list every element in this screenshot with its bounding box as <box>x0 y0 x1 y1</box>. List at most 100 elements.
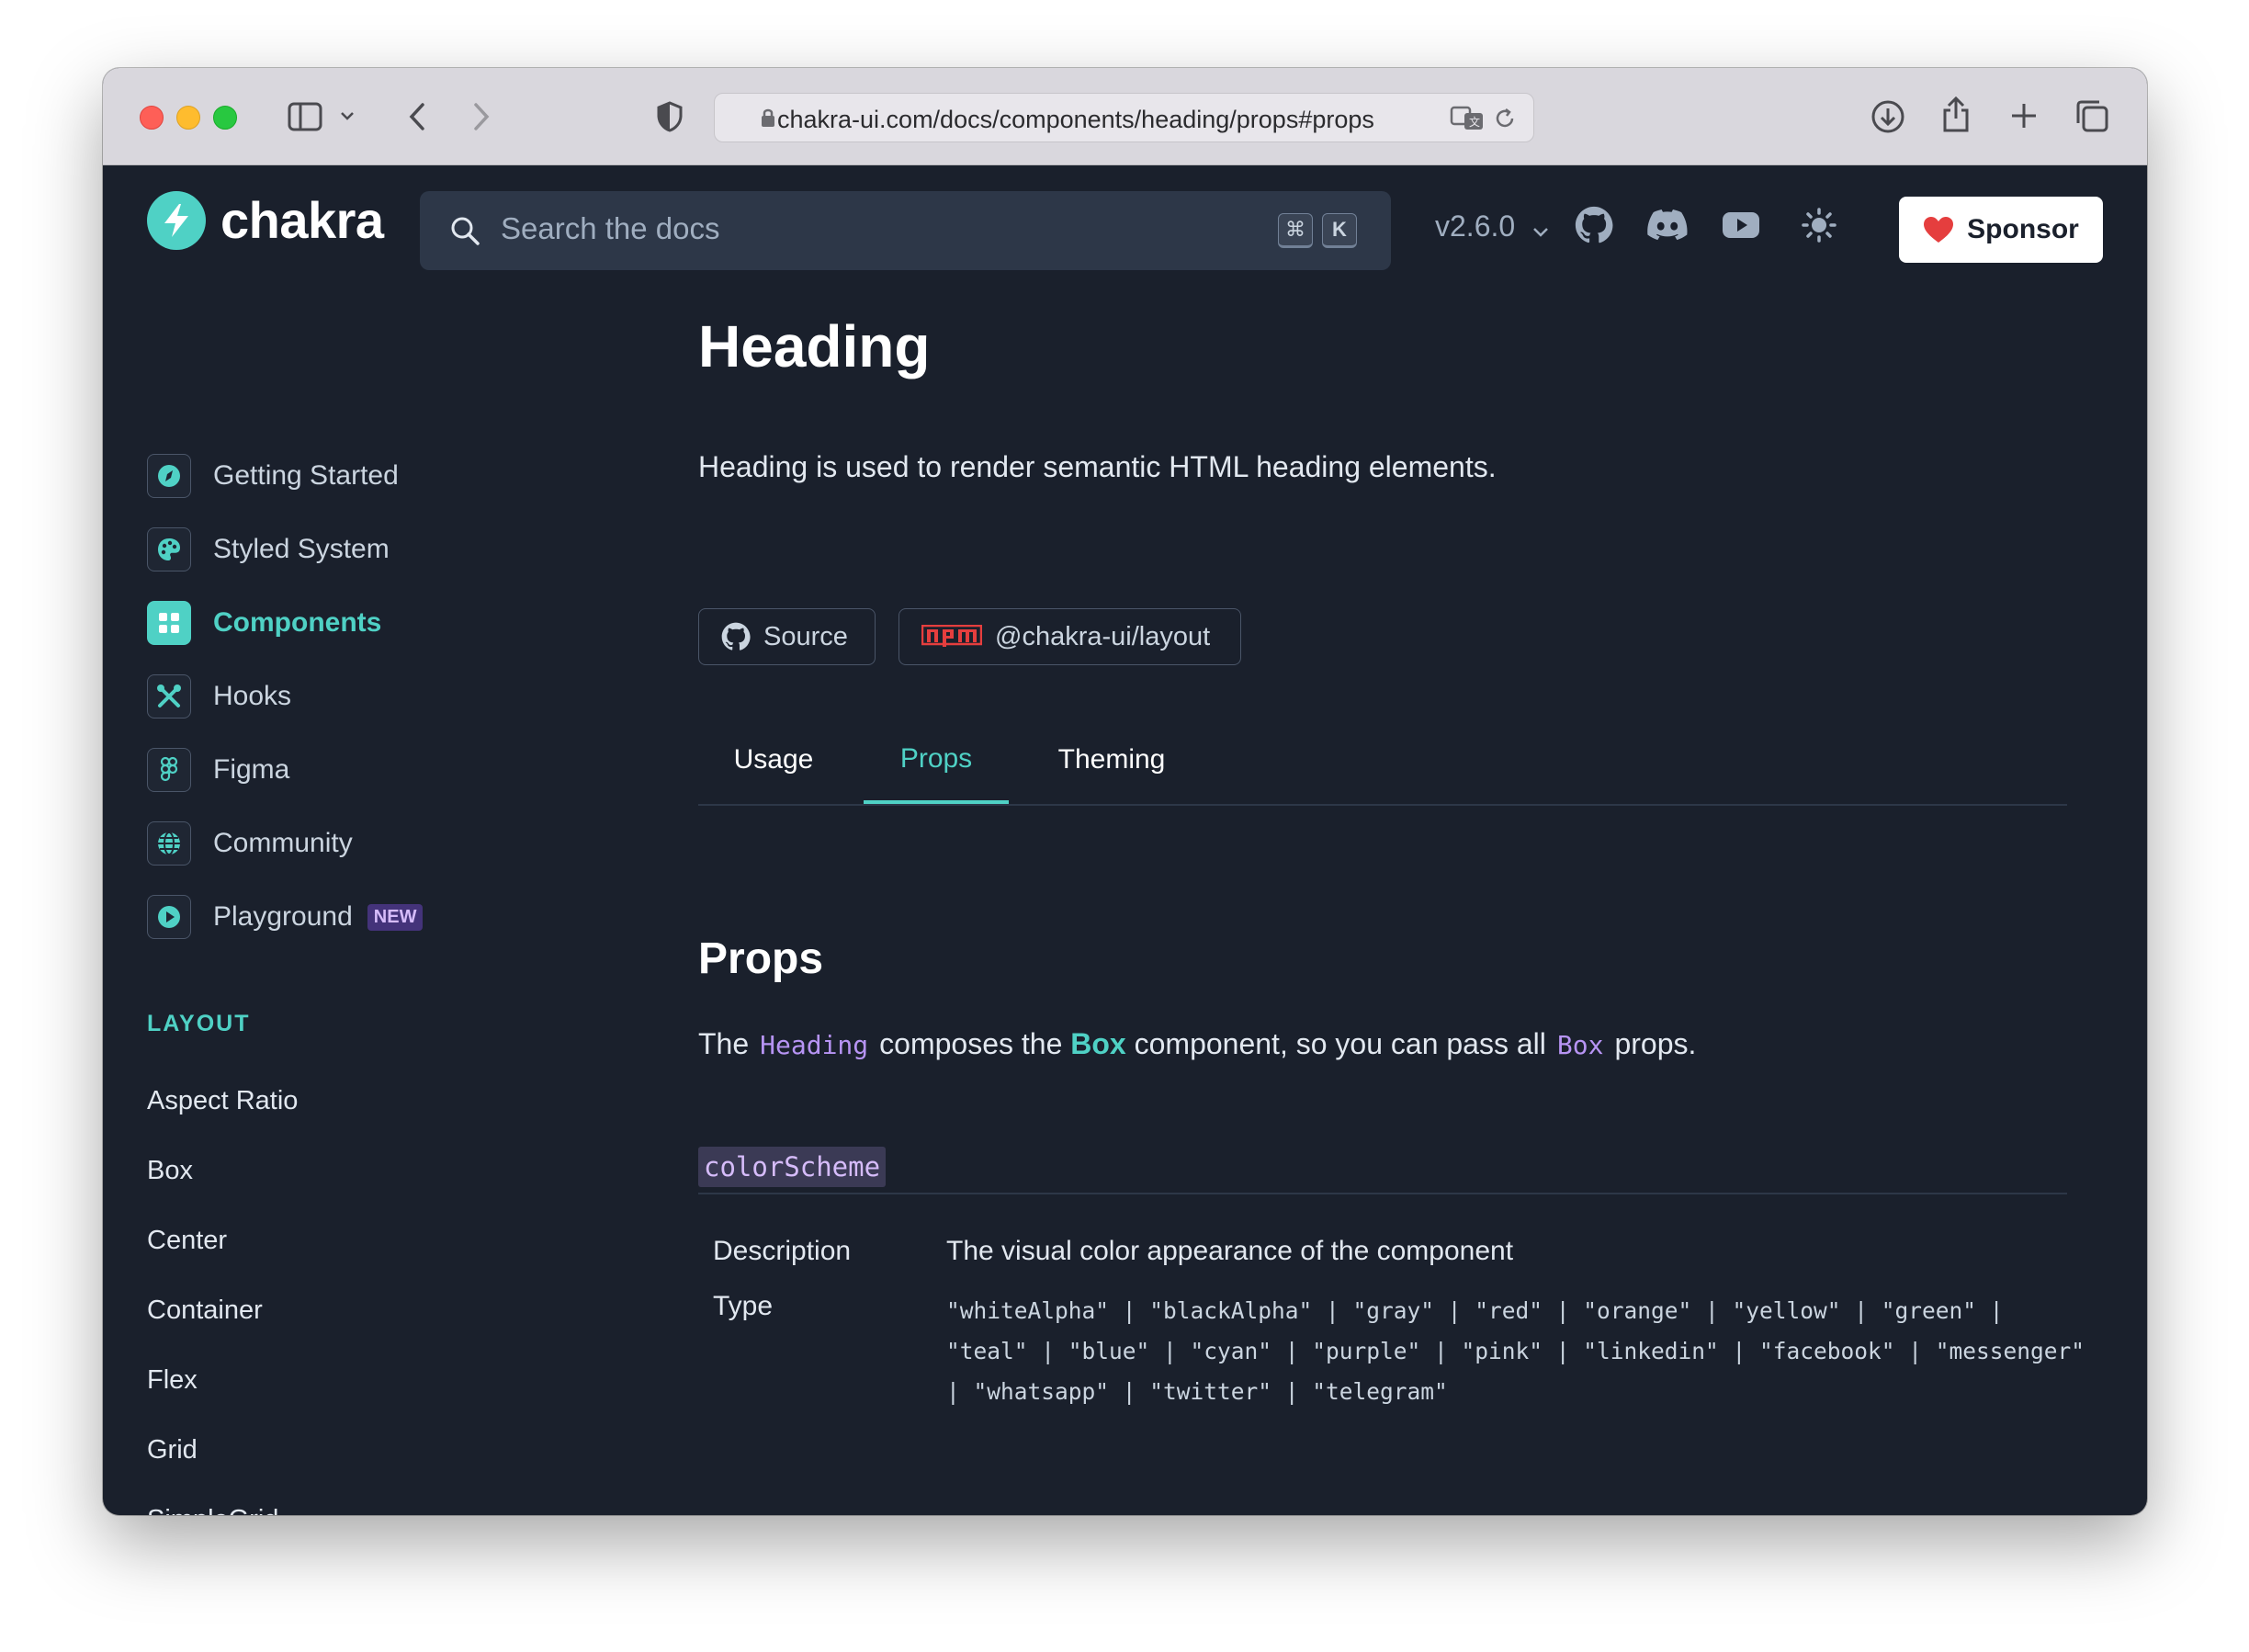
prop-name-colorscheme: colorScheme <box>698 1147 887 1187</box>
github-icon[interactable] <box>1573 204 1615 246</box>
sidebar-item-label: Styled System <box>213 534 390 564</box>
sidebar-item-label: Figma <box>213 754 290 785</box>
minimize-window-button[interactable] <box>176 106 200 130</box>
svg-text:文: 文 <box>1469 115 1480 129</box>
npm-logo-icon <box>921 625 982 649</box>
tab-bar: Usage Props Theming <box>698 717 2067 806</box>
lock-icon <box>761 107 775 128</box>
sidebar-item-label: Getting Started <box>213 460 399 491</box>
logo-text[interactable]: chakra <box>220 193 384 248</box>
chakra-logo-icon[interactable] <box>147 191 206 250</box>
zoom-window-button[interactable] <box>213 106 237 130</box>
site-header: chakra Search the docs ⌘ K v2.6.0 Sponso… <box>103 165 2147 270</box>
package-label: @chakra-ui/layout <box>995 621 1211 651</box>
browser-titlebar: chakra-ui.com/docs/components/heading/pr… <box>103 68 2147 165</box>
reload-icon[interactable] <box>1492 106 1518 131</box>
new-tab-icon[interactable] <box>2007 99 2040 132</box>
divider <box>698 1193 2067 1194</box>
type-line: "teal" | "blue" | "cyan" | "purple" | "p… <box>946 1338 2085 1364</box>
sidebar-item-label: Playground <box>213 901 353 932</box>
heart-icon <box>1923 216 1954 243</box>
npm-package-button[interactable]: @chakra-ui/layout <box>898 608 1241 665</box>
new-badge: NEW <box>367 903 424 931</box>
type-line: | "whatsapp" | "twitter" | "telegram" <box>946 1378 1448 1405</box>
sidebar-link-aspect-ratio[interactable]: Aspect Ratio <box>147 1086 298 1116</box>
search-icon <box>447 213 482 248</box>
main-content: Heading Heading is used to render semant… <box>698 266 2085 1515</box>
figma-icon <box>147 748 191 792</box>
sidebar-link-container[interactable]: Container <box>147 1296 263 1326</box>
github-icon <box>721 622 751 651</box>
share-icon[interactable] <box>1938 94 1973 134</box>
type-label: Type <box>713 1291 774 1321</box>
sidebar-item-figma[interactable]: Figma <box>147 746 289 794</box>
sidebar-item-styled-system[interactable]: Styled System <box>147 526 390 573</box>
sidebar-item-components[interactable]: Components <box>147 599 381 647</box>
sentence-text: props. <box>1614 1027 1697 1060</box>
description-label: Description <box>713 1236 852 1266</box>
sentence-text: composes the <box>879 1027 1063 1060</box>
back-icon[interactable] <box>401 99 433 134</box>
inline-code: Box <box>1556 1030 1604 1060</box>
box-link[interactable]: Box <box>1070 1027 1125 1060</box>
palette-icon <box>147 527 191 571</box>
tab-overview-icon[interactable] <box>2074 97 2110 134</box>
browser-window: chakra-ui.com/docs/components/heading/pr… <box>103 68 2147 1515</box>
sidebar-item-community[interactable]: Community <box>147 820 353 867</box>
grid-icon <box>147 601 191 645</box>
tools-icon <box>147 674 191 719</box>
sidebar-item-hooks[interactable]: Hooks <box>147 673 291 720</box>
sidebar: Getting Started Styled System Components… <box>103 266 672 1515</box>
chevron-down-icon <box>1532 211 1549 245</box>
sidebar-link-simplegrid[interactable]: SimpleGrid <box>147 1505 278 1515</box>
source-button[interactable]: Source <box>698 608 876 665</box>
source-label: Source <box>763 621 848 651</box>
props-heading: Props <box>698 934 824 983</box>
sidebar-item-label: Components <box>213 607 382 638</box>
description-value: The visual color appearance of the compo… <box>946 1236 1514 1266</box>
sentence-text: component, so you can pass all <box>1134 1027 1546 1060</box>
theme-toggle-sun-icon[interactable] <box>1798 204 1840 246</box>
sidebar-item-label: Hooks <box>213 681 292 711</box>
url-text: chakra-ui.com/docs/components/heading/pr… <box>777 106 1374 133</box>
download-icon[interactable] <box>1869 97 1907 136</box>
search-placeholder: Search the docs <box>501 211 720 245</box>
tab-theming[interactable]: Theming <box>1029 717 1194 802</box>
kbd-cmd: ⌘ <box>1278 213 1313 248</box>
sponsor-label: Sponsor <box>1967 214 2079 244</box>
version-selector[interactable]: v2.6.0 <box>1435 209 1549 245</box>
sidebar-link-flex[interactable]: Flex <box>147 1365 198 1396</box>
shield-icon[interactable] <box>654 99 685 134</box>
version-label: v2.6.0 <box>1435 209 1516 243</box>
sidebar-link-grid[interactable]: Grid <box>147 1435 198 1465</box>
sidebar-section-title: LAYOUT <box>147 1011 251 1036</box>
translate-icon[interactable]: 文 <box>1450 105 1485 132</box>
play-icon <box>147 895 191 939</box>
sidebar-link-center[interactable]: Center <box>147 1226 227 1256</box>
discord-icon[interactable] <box>1646 204 1689 246</box>
page-title: Heading <box>698 313 931 379</box>
sidebar-toggle-icon[interactable] <box>287 101 323 132</box>
sidebar-link-box[interactable]: Box <box>147 1156 193 1186</box>
sidebar-item-label: Community <box>213 828 353 858</box>
type-value: "whiteAlpha" | "blackAlpha" | "gray" | "… <box>946 1291 2085 1412</box>
tab-props[interactable]: Props <box>864 717 1009 804</box>
props-sentence: The Heading composes the Box component, so… <box>698 1027 1696 1061</box>
kbd-k: K <box>1322 213 1357 248</box>
type-line: "whiteAlpha" | "blackAlpha" | "gray" | "… <box>946 1297 2004 1324</box>
globe-icon <box>147 821 191 866</box>
chevron-down-icon[interactable] <box>338 107 356 125</box>
sponsor-button[interactable]: Sponsor <box>1899 197 2103 263</box>
sidebar-item-getting-started[interactable]: Getting Started <box>147 452 399 500</box>
close-window-button[interactable] <box>140 106 164 130</box>
youtube-icon[interactable] <box>1720 204 1762 246</box>
sidebar-item-playground[interactable]: Playground NEW <box>147 893 424 941</box>
compass-icon <box>147 454 191 498</box>
forward-icon[interactable] <box>466 99 497 134</box>
search-input[interactable]: Search the docs ⌘ K <box>420 191 1391 270</box>
address-bar[interactable]: chakra-ui.com/docs/components/heading/pr… <box>714 93 1534 142</box>
sentence-text: The <box>698 1027 750 1060</box>
tab-usage[interactable]: Usage <box>698 717 849 802</box>
inline-code: Heading <box>760 1030 869 1060</box>
page-description: Heading is used to render semantic HTML … <box>698 450 1497 483</box>
